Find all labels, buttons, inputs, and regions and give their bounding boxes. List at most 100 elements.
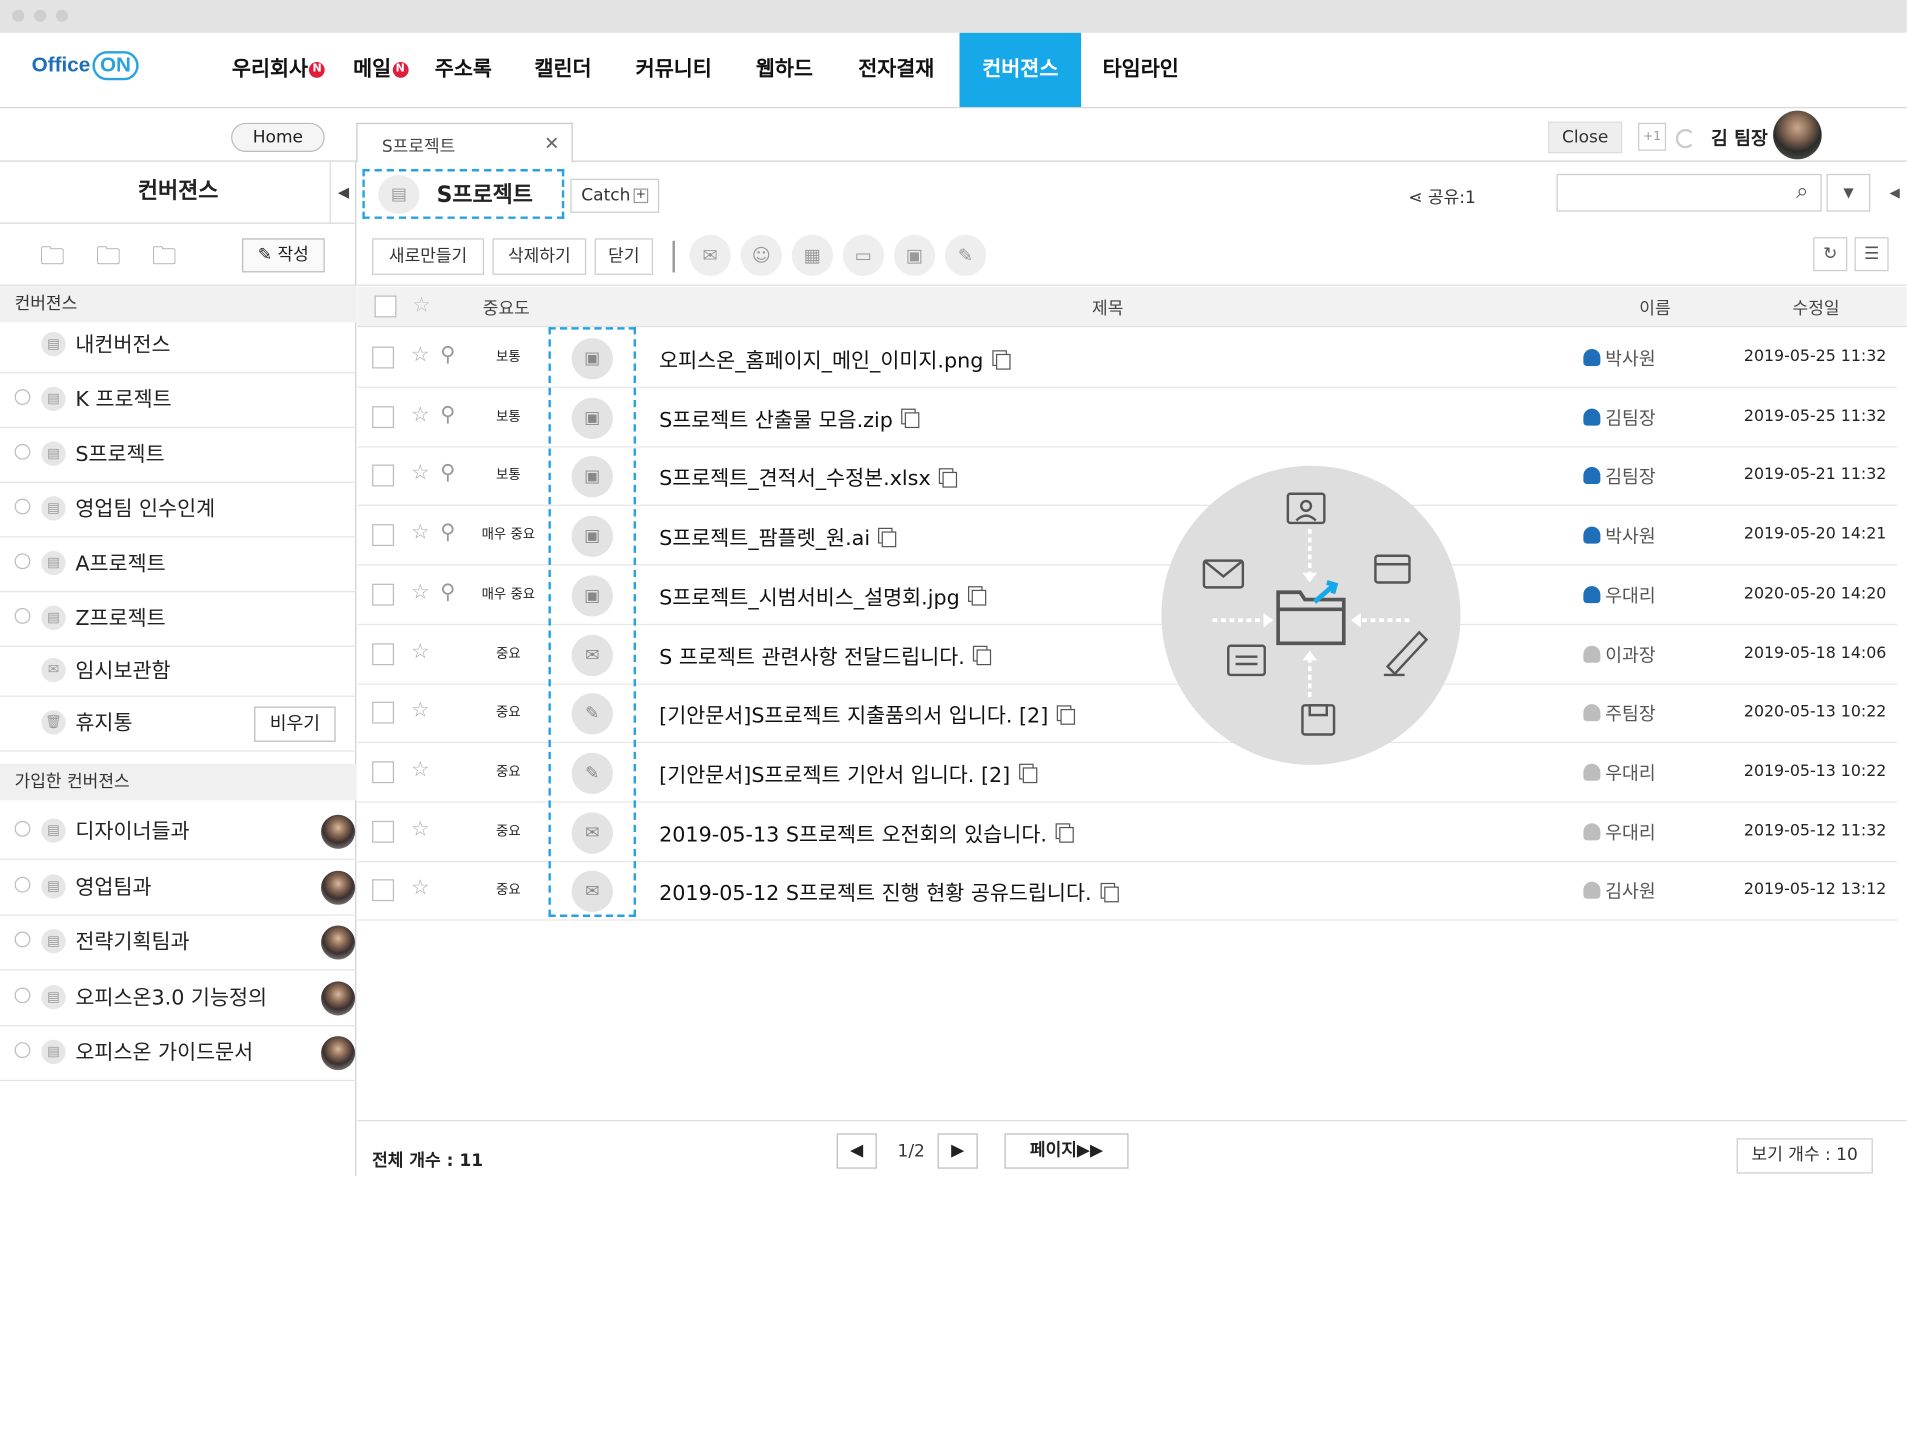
window-close-dot[interactable]: [12, 9, 25, 22]
sidebar-item-z-project[interactable]: ▤ Z프로젝트: [0, 592, 357, 647]
col-title[interactable]: 제목: [1092, 296, 1123, 320]
pen-icon[interactable]: ✎: [944, 234, 987, 277]
nav-company[interactable]: 우리회사 N: [223, 33, 335, 107]
remove-folder-icon[interactable]: 🗀: [88, 238, 129, 272]
officeon-logo[interactable]: Office ON: [32, 51, 139, 81]
page-jump-button[interactable]: 페이지▶▶: [1004, 1133, 1129, 1169]
radio-icon[interactable]: [14, 931, 31, 948]
star-icon[interactable]: ☆: [411, 343, 430, 367]
new-button[interactable]: 새로만들기: [372, 238, 485, 275]
row-title[interactable]: S프로젝트_견적서_수정본.xlsx: [659, 461, 958, 492]
copy-icon[interactable]: [1059, 827, 1074, 843]
menu-icon[interactable]: ☰: [1854, 237, 1889, 272]
row-checkbox[interactable]: [372, 879, 395, 902]
row-checkbox[interactable]: [372, 820, 395, 843]
radio-icon[interactable]: [14, 820, 31, 837]
sidebar-item-with-designers[interactable]: ▤ 디자이너들과: [0, 805, 357, 860]
star-icon[interactable]: ☆: [411, 402, 430, 426]
radio-icon[interactable]: [14, 553, 31, 570]
copy-icon[interactable]: [976, 649, 992, 666]
radio-icon[interactable]: [14, 1042, 31, 1059]
row-checkbox[interactable]: [372, 346, 395, 369]
radio-icon[interactable]: [14, 608, 31, 624]
sidebar-item-with-sales[interactable]: ▤ 영업팀과: [0, 861, 357, 916]
col-name[interactable]: 이름: [1639, 296, 1670, 320]
radio-icon[interactable]: [14, 987, 31, 1004]
copy-icon[interactable]: [971, 590, 987, 606]
nav-approval[interactable]: 전자결재: [846, 33, 946, 107]
row-title[interactable]: 2019-05-12 S프로젝트 진행 현황 공유드립니다.: [659, 876, 1119, 906]
star-icon[interactable]: ☆: [411, 817, 430, 841]
next-page-button[interactable]: ▶: [937, 1133, 978, 1169]
row-title[interactable]: S프로젝트 산출물 모음.zip: [659, 402, 920, 433]
close-button[interactable]: Close: [1548, 121, 1623, 154]
star-icon[interactable]: ☆: [411, 698, 430, 722]
radio-icon[interactable]: [14, 443, 31, 460]
copy-icon[interactable]: [1022, 767, 1037, 784]
chat-icon[interactable]: ▭: [842, 234, 885, 277]
row-title[interactable]: S 프로젝트 관련사항 전달드립니다.: [659, 639, 992, 669]
nav-timeline[interactable]: 타임라인: [1091, 33, 1191, 107]
row-checkbox[interactable]: [372, 465, 395, 487]
calendar-icon[interactable]: ▦: [791, 234, 834, 277]
row-checkbox[interactable]: [372, 583, 395, 606]
refresh-icon[interactable]: ↻: [1813, 237, 1848, 272]
row-checkbox[interactable]: [372, 761, 395, 784]
collapse-sidebar-icon[interactable]: ◀: [329, 161, 357, 223]
collapse-right-icon[interactable]: ◀: [1883, 174, 1907, 212]
sidebar-item-with-strategy[interactable]: ▤ 전략기획팀과: [0, 916, 357, 971]
view-count-select[interactable]: 보기 개수 : 10: [1736, 1138, 1873, 1174]
nav-community[interactable]: 커뮤니티: [625, 33, 722, 107]
row-title[interactable]: [기안문서]S프로젝트 기안서 입니다. [2]: [659, 757, 1037, 788]
star-icon[interactable]: ☆: [412, 293, 431, 317]
window-maximize-dot[interactable]: [55, 9, 69, 22]
row-checkbox[interactable]: [372, 405, 395, 428]
plus-one-button[interactable]: +1: [1638, 122, 1667, 151]
empty-trash-button[interactable]: 비우기: [254, 706, 336, 742]
nav-webhard[interactable]: 웹하드: [747, 33, 822, 107]
copy-icon[interactable]: [942, 471, 958, 488]
copy-icon[interactable]: [995, 353, 1011, 370]
delete-button[interactable]: 삭제하기: [492, 238, 587, 275]
sidebar-item-officeon-guide[interactable]: ▤ 오피스온 가이드문서: [0, 1026, 357, 1082]
sidebar-item-a-project[interactable]: ▤ A프로젝트: [0, 538, 357, 593]
row-checkbox[interactable]: [372, 642, 395, 665]
star-icon[interactable]: ☆: [411, 639, 430, 663]
close-tab-icon[interactable]: ✕: [544, 133, 559, 155]
sidebar-item-drafts[interactable]: ✉ 임시보관함: [0, 647, 357, 697]
sidebar-item-sales-handover[interactable]: ▤ 영업팀 인수인계: [0, 483, 357, 538]
row-title[interactable]: [기안문서]S프로젝트 지출품의서 입니다. [2]: [659, 698, 1076, 729]
nav-convergence[interactable]: 컨버젼스: [959, 32, 1082, 108]
copy-icon[interactable]: [1060, 708, 1076, 725]
write-button[interactable]: ✎ 작성: [242, 238, 325, 273]
star-icon[interactable]: ☆: [411, 521, 430, 545]
home-tab-button[interactable]: Home: [231, 122, 325, 153]
window-minimize-dot[interactable]: [34, 9, 47, 22]
row-checkbox[interactable]: [372, 524, 395, 547]
col-modified[interactable]: 수정일: [1793, 296, 1840, 320]
row-title[interactable]: 오피스온_홈페이지_메인_이미지.png: [659, 343, 1011, 373]
add-folder-icon[interactable]: 🗀: [32, 238, 73, 272]
close-list-button[interactable]: 닫기: [594, 238, 654, 275]
user-avatar[interactable]: [1773, 110, 1822, 160]
edit-folder-icon[interactable]: 🗀: [143, 238, 184, 272]
star-icon[interactable]: ☆: [411, 757, 430, 781]
radio-icon[interactable]: [14, 876, 31, 893]
save-icon[interactable]: ▣: [893, 234, 936, 277]
user-name[interactable]: 김 팀장: [1711, 125, 1768, 151]
select-all-checkbox[interactable]: [374, 295, 397, 318]
col-importance[interactable]: 중요도: [483, 296, 530, 320]
tab-s-project[interactable]: S프로젝트 ✕: [356, 122, 573, 163]
catch-button[interactable]: Catch +: [570, 178, 660, 213]
sidebar-item-officeon-spec[interactable]: ▤ 오피스온3.0 기능정의: [0, 972, 357, 1027]
nav-mail[interactable]: 메일 N: [345, 33, 416, 107]
row-title[interactable]: S프로젝트_팜플렛_원.ai: [659, 521, 897, 551]
prev-page-button[interactable]: ◀: [836, 1133, 877, 1169]
row-title[interactable]: 2019-05-13 S프로젝트 오전회의 있습니다.: [659, 817, 1074, 847]
search-icon[interactable]: ⌕: [1796, 179, 1808, 205]
sidebar-item-k-project[interactable]: ▤ K 프로젝트: [0, 373, 357, 429]
copy-icon[interactable]: [882, 530, 897, 547]
search-options-dropdown[interactable]: ▼: [1826, 173, 1871, 212]
radio-icon[interactable]: [14, 389, 31, 405]
row-title[interactable]: S프로젝트_시범서비스_설명회.jpg: [659, 580, 987, 610]
